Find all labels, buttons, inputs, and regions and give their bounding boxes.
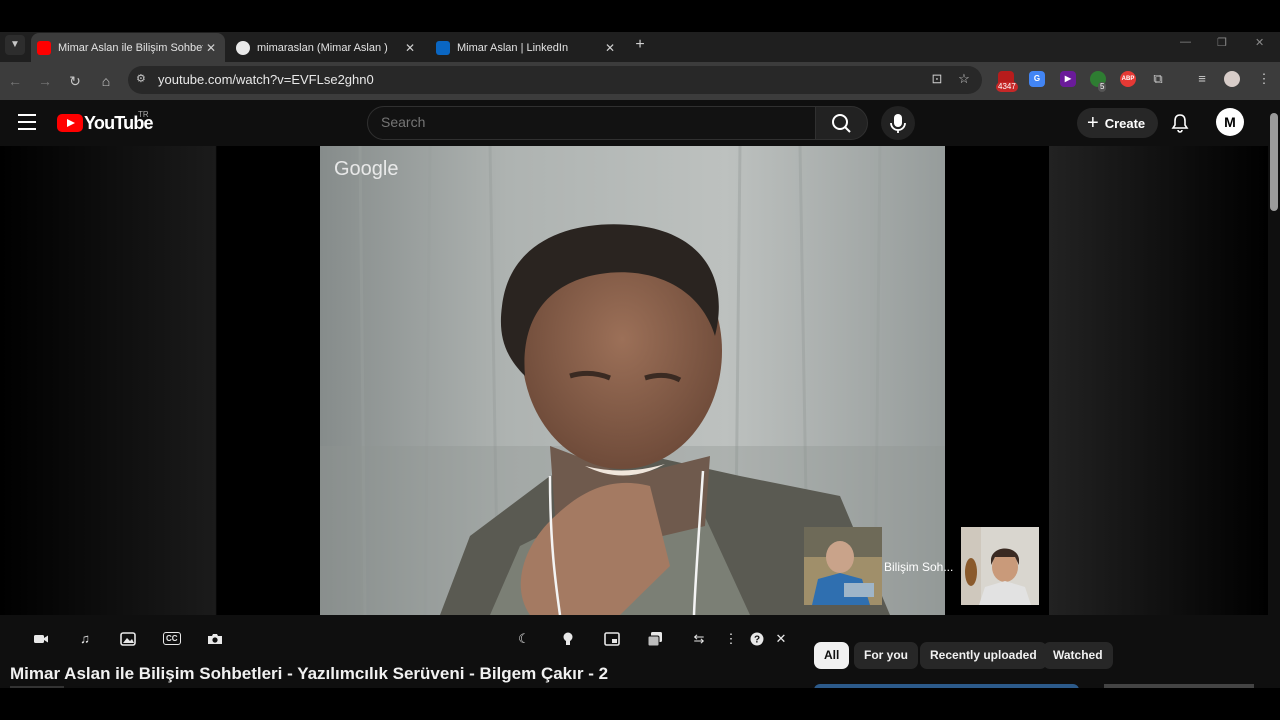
lightbulb-icon[interactable]: [559, 630, 577, 648]
screenshot-camera-icon[interactable]: [206, 630, 224, 648]
create-label: Create: [1104, 115, 1146, 131]
translate-extension-icon[interactable]: G: [1029, 71, 1045, 87]
tab-title: Mimar Aslan | LinkedIn: [457, 41, 569, 54]
bookmark-star-icon[interactable]: ☆: [956, 71, 972, 87]
reload-icon[interactable]: ↻: [64, 70, 86, 92]
country-code: TR: [138, 110, 149, 119]
profile-avatar-icon[interactable]: [1224, 71, 1240, 87]
hamburger-menu-icon[interactable]: [18, 114, 36, 130]
search-input[interactable]: [381, 114, 801, 130]
notifications-bell-icon[interactable]: [1170, 113, 1190, 133]
taskbar-area: [0, 688, 1280, 720]
tab-close-icon[interactable]: ✕: [602, 41, 618, 55]
chrome-menu-icon[interactable]: ⋮: [1256, 71, 1272, 87]
google-watermark: Google: [334, 158, 399, 180]
github-favicon-icon: [236, 40, 250, 55]
extensions-puzzle-icon[interactable]: ⧉: [1150, 71, 1166, 87]
tab-youtube[interactable]: Mimar Aslan ile Bilişim Sohbetleri ✕: [31, 33, 225, 62]
media-control-icon[interactable]: ≡: [1194, 71, 1210, 87]
dark-mode-moon-icon[interactable]: ☾: [515, 630, 533, 648]
site-info-icon[interactable]: ⚙: [136, 72, 150, 86]
new-tab-button[interactable]: +: [630, 35, 650, 55]
participant-thumbnail-1[interactable]: [804, 527, 882, 605]
participant-1-image: [804, 527, 882, 605]
tab-title: mimaraslan (Mimar Aslan ): [257, 41, 388, 54]
scrollbar-thumb[interactable]: [1270, 113, 1278, 211]
create-button[interactable]: + Create: [1077, 108, 1158, 138]
restore-icon[interactable]: ❐: [1217, 36, 1227, 49]
svg-text:?: ?: [754, 635, 760, 646]
video-title: Mimar Aslan ile Bilişim Sohbetleri - Yaz…: [10, 664, 609, 683]
minimize-icon[interactable]: —: [1180, 36, 1191, 48]
install-app-icon[interactable]: ⊡: [929, 71, 945, 87]
tab-close-icon[interactable]: ✕: [203, 41, 219, 55]
voice-search-button[interactable]: [881, 106, 915, 140]
home-icon[interactable]: ⌂: [95, 70, 117, 92]
plus-icon: +: [1087, 112, 1099, 134]
help-question-icon[interactable]: ?: [748, 630, 766, 648]
extension-badge: 4347: [996, 82, 1018, 92]
tab-github[interactable]: mimaraslan (Mimar Aslan ) ✕: [230, 33, 424, 62]
picture-in-picture-icon[interactable]: [603, 630, 621, 648]
account-avatar[interactable]: M: [1216, 108, 1244, 136]
youtube-favicon-icon: [37, 40, 51, 55]
tab-title: Mimar Aslan ile Bilişim Sohbetleri: [58, 41, 203, 54]
participant-label: Bilişim Soh...: [884, 560, 954, 574]
close-icon[interactable]: ✕: [772, 630, 790, 648]
microphone-icon: [890, 114, 906, 133]
youtube-logo-icon[interactable]: [57, 114, 83, 132]
search-icon: [832, 114, 851, 133]
tab-search-chevron-icon[interactable]: ▼: [5, 35, 25, 55]
linkedin-favicon-icon: [436, 40, 450, 55]
chip-for-you[interactable]: For you: [854, 642, 918, 669]
address-url[interactable]: youtube.com/watch?v=EVFLse2ghn0: [158, 72, 374, 87]
image-icon[interactable]: [119, 630, 137, 648]
chip-recently-uploaded[interactable]: Recently uploaded: [920, 642, 1047, 669]
tab-close-icon[interactable]: ✕: [402, 41, 418, 55]
participant-thumbnail-2[interactable]: [961, 527, 1039, 605]
play-extension-icon[interactable]: ▶: [1060, 71, 1076, 87]
video-camera-icon[interactable]: [32, 630, 50, 648]
adblock-extension-icon[interactable]: ABP: [1120, 71, 1136, 87]
participant-2-image: [961, 527, 1039, 605]
close-window-icon[interactable]: ✕: [1255, 36, 1264, 49]
forward-arrow-icon[interactable]: →: [34, 70, 56, 92]
loop-repeat-icon[interactable]: ⇆: [690, 630, 708, 648]
chip-all[interactable]: All: [814, 642, 850, 669]
more-options-icon[interactable]: ⋮: [722, 630, 740, 648]
stack-windows-icon[interactable]: [646, 630, 664, 648]
back-arrow-icon[interactable]: ←: [4, 70, 26, 92]
closed-captions-icon[interactable]: CC: [163, 632, 181, 645]
tab-linkedin[interactable]: Mimar Aslan | LinkedIn ✕: [430, 33, 624, 62]
music-note-icon[interactable]: ♫: [76, 630, 94, 648]
search-button[interactable]: [815, 106, 868, 140]
chip-watched[interactable]: Watched: [1043, 642, 1113, 669]
